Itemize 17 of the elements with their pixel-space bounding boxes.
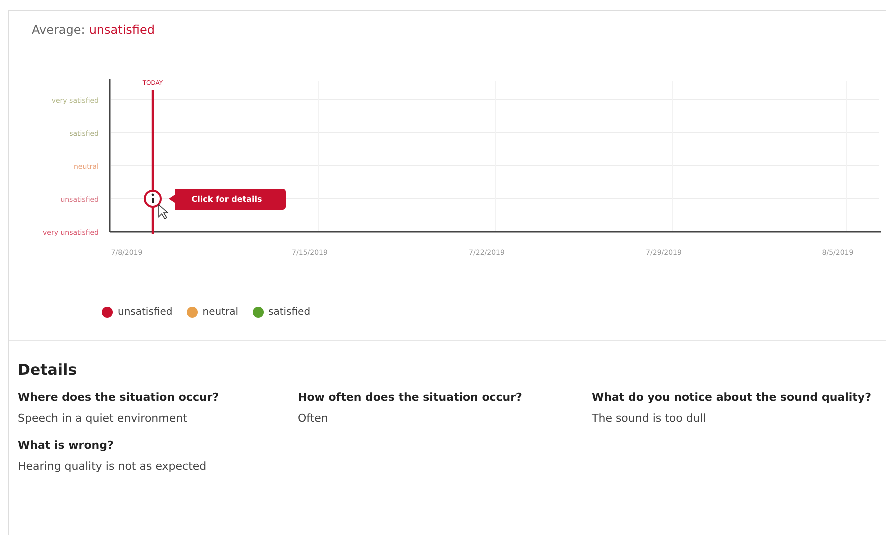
details-tooltip[interactable]: Click for details [169,189,286,210]
legend-label: neutral [202,307,239,318]
detail-question: How often does the situation occur? [298,391,524,404]
average-value: unsatisfied [89,23,155,37]
detail-answer: Speech in a quiet environment [18,412,188,425]
detail-answer: Hearing quality is not as expected [18,460,208,473]
detail-question: Where does the situation occur? [18,391,220,404]
detail-question: What is wrong? [18,439,115,452]
details-heading: Details [18,361,78,379]
legend-label: unsatisfied [118,307,173,318]
average-label: Average: [32,23,86,37]
detail-question: What do you notice about the sound quality? [592,391,872,404]
cursor-icon [158,204,170,220]
info-marker-icon[interactable] [144,190,162,208]
legend-label: satisfied [268,307,311,318]
detail-answer: Often [298,412,330,425]
detail-answer: The sound is too dull [592,412,708,425]
